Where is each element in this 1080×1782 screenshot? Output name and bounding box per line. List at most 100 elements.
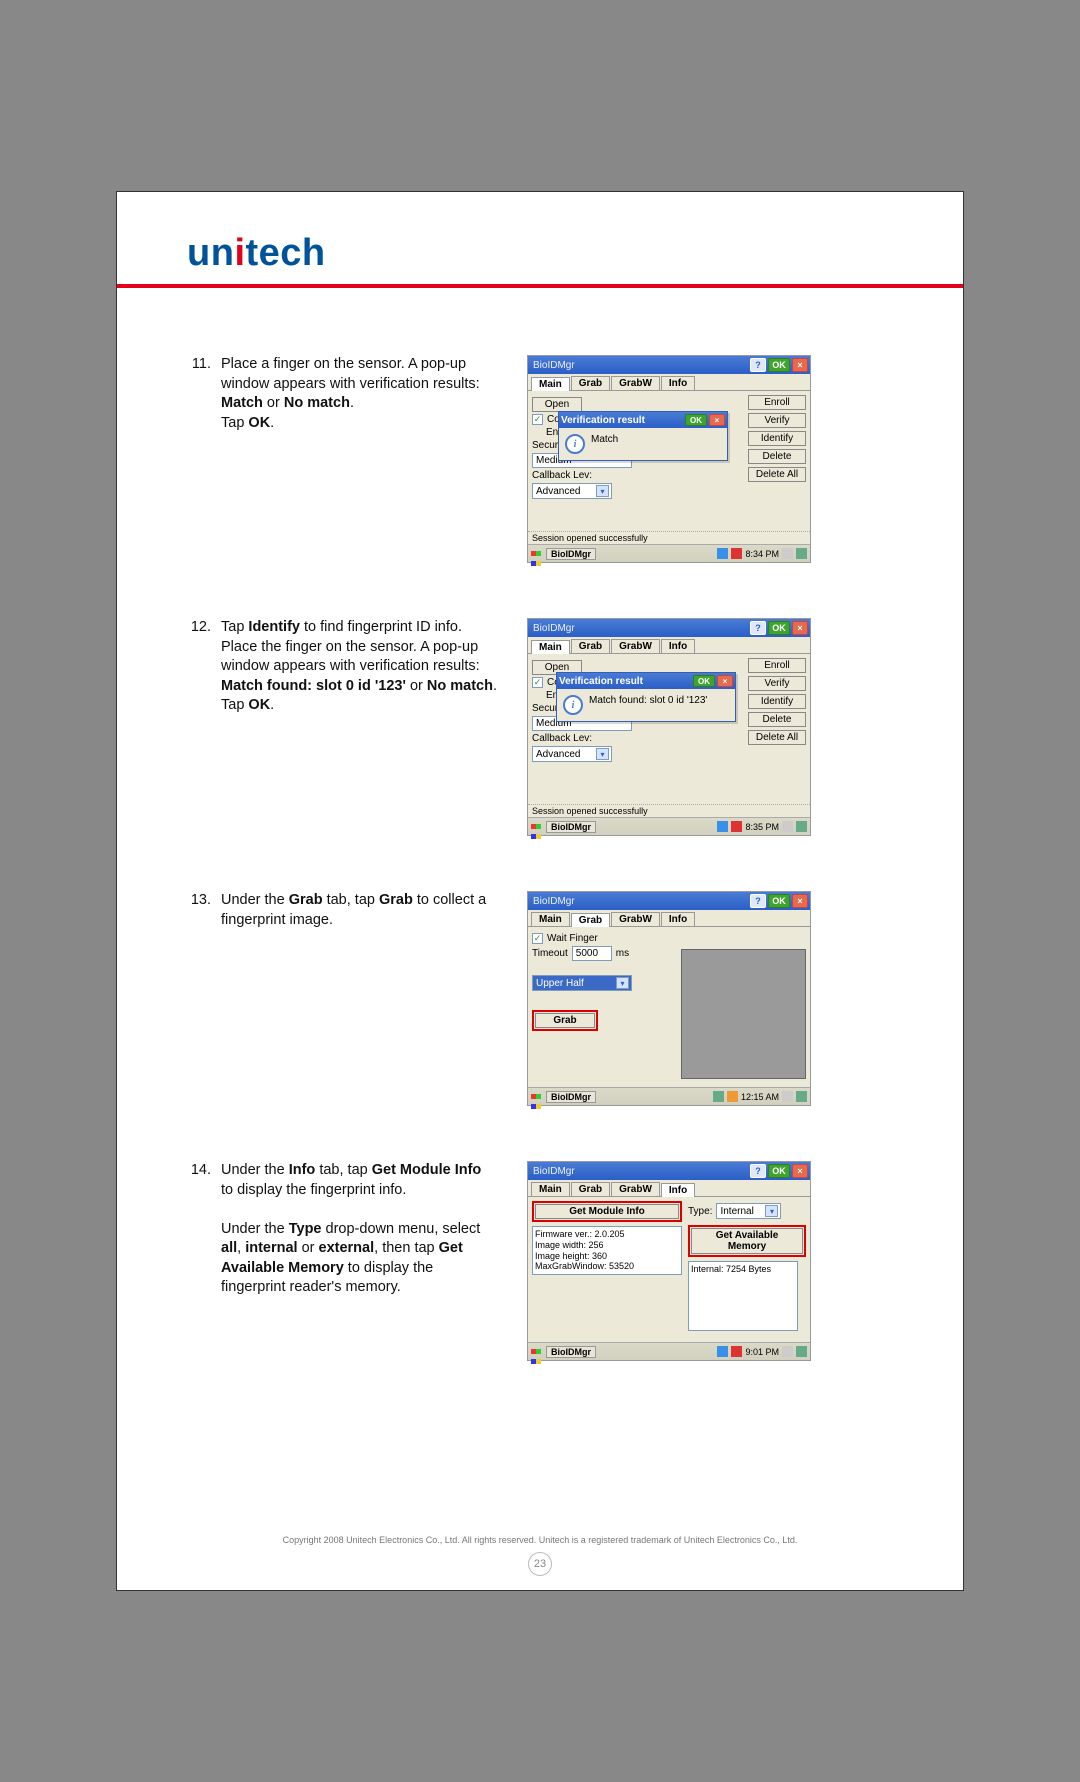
wait-finger-checkbox[interactable]: ✓ <box>532 933 543 944</box>
get-available-memory-button[interactable]: Get Available Memory <box>691 1228 803 1254</box>
step-13: 13. Under the Grab tab, tap Grab to coll… <box>187 891 893 1106</box>
tray-icon[interactable] <box>796 548 807 559</box>
chevron-down-icon: ▾ <box>596 748 609 760</box>
logo-part: tech <box>246 232 326 274</box>
popup-close-button[interactable]: × <box>717 675 733 687</box>
consolidate-checkbox[interactable]: ✓ <box>532 414 543 425</box>
type-select[interactable]: Internal▾ <box>716 1203 781 1219</box>
tab-info[interactable]: Info <box>661 912 695 926</box>
tray-icon[interactable] <box>717 548 728 559</box>
callback-select[interactable]: Advanced▾ <box>532 746 612 762</box>
region-select[interactable]: Upper Half▾ <box>532 975 632 991</box>
tab-grab[interactable]: Grab <box>571 376 610 390</box>
taskbar-app[interactable]: BioIDMgr <box>546 1346 596 1358</box>
tab-grabw[interactable]: GrabW <box>611 1182 660 1196</box>
tray-icon[interactable] <box>782 548 793 559</box>
callback-level-label: Callback Lev: <box>532 733 592 744</box>
tray-icon[interactable] <box>713 1091 724 1102</box>
ms-label: ms <box>616 948 629 959</box>
close-button[interactable]: × <box>792 1164 808 1178</box>
system-tray: 8:35 PM <box>717 821 807 832</box>
step-12: 12. Tap Identify to find fingerprint ID … <box>187 618 893 836</box>
callback-select[interactable]: Advanced▾ <box>532 483 612 499</box>
help-button[interactable]: ? <box>750 894 766 908</box>
tab-main[interactable]: Main <box>531 912 570 926</box>
logo-part: un <box>187 232 234 274</box>
tab-main[interactable]: Main <box>531 377 570 391</box>
tab-main[interactable]: Main <box>531 1182 570 1196</box>
popup-ok-button[interactable]: OK <box>693 675 715 687</box>
tab-info[interactable]: Info <box>661 376 695 390</box>
tray-icon[interactable] <box>717 1346 728 1357</box>
verify-button[interactable]: Verify <box>748 413 806 428</box>
close-button[interactable]: × <box>792 358 808 372</box>
tray-icon[interactable] <box>717 821 728 832</box>
page-number: 23 <box>528 1552 552 1576</box>
enroll-button[interactable]: Enroll <box>748 395 806 410</box>
tab-grabw[interactable]: GrabW <box>611 912 660 926</box>
tray-icon[interactable] <box>796 1346 807 1357</box>
tab-grab[interactable]: Grab <box>571 913 610 927</box>
session-status: Session opened successfully <box>528 804 810 817</box>
open-button[interactable]: Open <box>532 397 582 412</box>
ok-button[interactable]: OK <box>768 894 790 908</box>
tab-grab[interactable]: Grab <box>571 1182 610 1196</box>
start-flag-icon[interactable] <box>531 1346 543 1358</box>
timeout-field[interactable]: 5000 <box>572 946 612 961</box>
taskbar-app[interactable]: BioIDMgr <box>546 821 596 833</box>
enroll-button[interactable]: Enroll <box>748 658 806 673</box>
window-title: BioIDMgr <box>533 360 575 371</box>
popup-title: Verification result <box>561 415 645 426</box>
identify-button[interactable]: Identify <box>748 431 806 446</box>
consolidate-checkbox[interactable]: ✓ <box>532 677 543 688</box>
verify-button[interactable]: Verify <box>748 676 806 691</box>
tray-icon[interactable] <box>782 1346 793 1357</box>
delete-button[interactable]: Delete <box>748 712 806 727</box>
taskbar: BioIDMgr 8:34 PM <box>528 544 810 562</box>
ok-button[interactable]: OK <box>768 621 790 635</box>
tab-grabw[interactable]: GrabW <box>611 639 660 653</box>
start-flag-icon[interactable] <box>531 1091 543 1103</box>
help-button[interactable]: ? <box>750 1164 766 1178</box>
session-status: Session opened successfully <box>528 531 810 544</box>
help-button[interactable]: ? <box>750 358 766 372</box>
ok-button[interactable]: OK <box>768 358 790 372</box>
start-flag-icon[interactable] <box>531 821 543 833</box>
verification-popup: Verification result OK × i Match <box>558 411 728 461</box>
tab-grabw[interactable]: GrabW <box>611 376 660 390</box>
ok-button[interactable]: OK <box>768 1164 790 1178</box>
tray-icon[interactable] <box>731 1346 742 1357</box>
delete-button[interactable]: Delete <box>748 449 806 464</box>
delete-all-button[interactable]: Delete All <box>748 467 806 482</box>
help-button[interactable]: ? <box>750 621 766 635</box>
tab-info[interactable]: Info <box>661 1183 695 1197</box>
firmware-line: Image width: 256 <box>535 1240 679 1251</box>
tray-icon[interactable] <box>796 821 807 832</box>
tab-grab[interactable]: Grab <box>571 639 610 653</box>
tray-icon[interactable] <box>727 1091 738 1102</box>
tray-icon[interactable] <box>782 1091 793 1102</box>
tray-icon[interactable] <box>731 548 742 559</box>
close-button[interactable]: × <box>792 621 808 635</box>
main-panel: Open ✓Consolid Enrollmen Security Lev: M… <box>528 654 810 804</box>
tab-strip: Main Grab GrabW Info <box>528 637 810 654</box>
clock: 8:35 PM <box>745 822 779 832</box>
tray-icon[interactable] <box>796 1091 807 1102</box>
tab-main[interactable]: Main <box>531 640 570 654</box>
tray-icon[interactable] <box>731 821 742 832</box>
get-module-info-button[interactable]: Get Module Info <box>535 1204 679 1219</box>
window-title: BioIDMgr <box>533 1166 575 1177</box>
taskbar-app[interactable]: BioIDMgr <box>546 548 596 560</box>
delete-all-button[interactable]: Delete All <box>748 730 806 745</box>
popup-ok-button[interactable]: OK <box>685 414 707 426</box>
grab-button[interactable]: Grab <box>535 1013 595 1028</box>
header-rule <box>117 284 963 288</box>
clock: 8:34 PM <box>745 549 779 559</box>
taskbar-app[interactable]: BioIDMgr <box>546 1091 596 1103</box>
close-button[interactable]: × <box>792 894 808 908</box>
start-flag-icon[interactable] <box>531 548 543 560</box>
tray-icon[interactable] <box>782 821 793 832</box>
tab-info[interactable]: Info <box>661 639 695 653</box>
popup-close-button[interactable]: × <box>709 414 725 426</box>
identify-button[interactable]: Identify <box>748 694 806 709</box>
